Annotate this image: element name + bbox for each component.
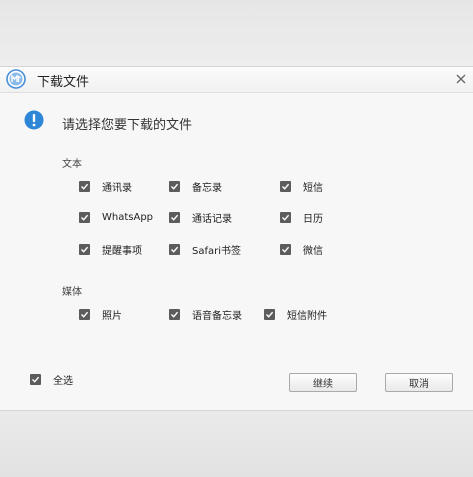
checkbox-contacts[interactable]: 通讯录 — [79, 179, 132, 194]
close-icon[interactable] — [453, 71, 469, 87]
checkbox-checked-icon — [30, 373, 41, 385]
checkbox-checked-icon — [280, 243, 291, 255]
checkbox-sms[interactable]: 短信 — [280, 179, 323, 194]
app-logo-icon — [6, 69, 26, 89]
continue-button[interactable]: 继续 — [289, 373, 357, 392]
checkbox-checked-icon — [169, 211, 180, 223]
checkbox-select-all[interactable]: 全选 — [30, 372, 73, 387]
checkbox-checked-icon — [79, 180, 90, 192]
checkbox-wechat[interactable]: 微信 — [280, 242, 323, 257]
background-bottom — [0, 411, 473, 477]
checkbox-label: 短信附件 — [287, 310, 327, 322]
checkbox-label: WhatsApp — [102, 211, 154, 223]
checkbox-label: 日历 — [303, 213, 323, 225]
checkbox-calendar[interactable]: 日历 — [280, 210, 323, 225]
window-title: 下载文件 — [37, 75, 90, 90]
info-icon — [24, 110, 44, 130]
checkbox-label: 备忘录 — [192, 182, 222, 194]
section-label-text: 文本 — [62, 159, 82, 170]
checkbox-label: 语音备忘录 — [192, 310, 242, 322]
checkbox-label: 短信 — [303, 182, 323, 194]
checkbox-label: 通讯录 — [102, 182, 132, 194]
checkbox-checked-icon — [280, 180, 291, 192]
checkbox-checked-icon — [79, 211, 90, 223]
checkbox-checked-icon — [169, 308, 180, 320]
checkbox-photos[interactable]: 照片 — [79, 307, 122, 322]
checkbox-safari-bookmarks[interactable]: Safari书签 — [169, 242, 242, 257]
checkbox-call-log[interactable]: 通话记录 — [169, 210, 232, 225]
checkbox-checked-icon — [264, 308, 275, 320]
checkbox-checked-icon — [79, 308, 90, 320]
select-all-label: 全选 — [53, 375, 73, 387]
cancel-button[interactable]: 取消 — [385, 373, 453, 392]
checkbox-checked-icon — [280, 211, 291, 223]
section-label-media: 媒体 — [62, 287, 82, 298]
title-bar[interactable]: 下载文件 — [0, 67, 473, 93]
checkbox-reminders[interactable]: 提醒事项 — [79, 242, 142, 257]
dialog-prompt: 请选择您要下载的文件 — [62, 118, 193, 133]
checkbox-voice-memos[interactable]: 语音备忘录 — [169, 307, 242, 322]
checkbox-whatsapp[interactable]: WhatsApp — [79, 210, 153, 224]
checkbox-label: 通话记录 — [192, 213, 232, 225]
checkbox-label: 照片 — [102, 310, 122, 322]
checkbox-label: 微信 — [303, 245, 323, 257]
checkbox-label: Safari书签 — [192, 245, 242, 257]
checkbox-label: 提醒事项 — [102, 245, 142, 257]
checkbox-checked-icon — [169, 180, 180, 192]
background-top — [0, 0, 473, 66]
checkbox-checked-icon — [169, 243, 180, 255]
checkbox-notes[interactable]: 备忘录 — [169, 179, 222, 194]
checkbox-sms-attachments[interactable]: 短信附件 — [264, 307, 327, 322]
checkbox-checked-icon — [79, 243, 90, 255]
download-dialog: 下载文件 请选择您要下载的文件 文本 通讯录 备忘录 短信 WhatsApp 通… — [0, 66, 473, 411]
